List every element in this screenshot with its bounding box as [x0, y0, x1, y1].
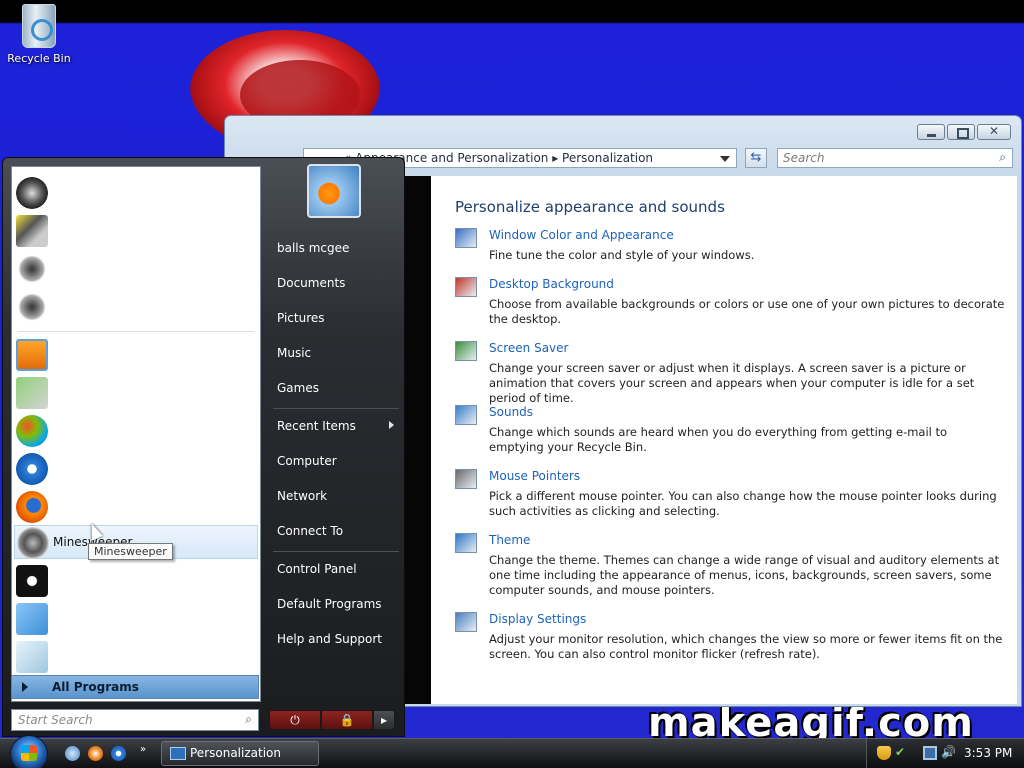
movie-maker-icon[interactable] — [16, 291, 48, 323]
notepad-icon[interactable] — [16, 641, 48, 673]
media-center-icon[interactable] — [16, 339, 48, 371]
user-avatar[interactable] — [307, 164, 361, 218]
start-button[interactable] — [10, 735, 48, 768]
taskbar-button-personalization[interactable]: Personalization — [161, 741, 319, 766]
display-settings-icon — [455, 612, 477, 632]
transfer-icon[interactable] — [16, 377, 48, 409]
start-search-input[interactable]: Start Search ⌕ — [11, 709, 259, 731]
right-item-network[interactable]: Network — [277, 489, 327, 503]
navigation-pane — [405, 176, 431, 704]
separator — [18, 331, 254, 332]
display-icon — [170, 747, 186, 760]
right-item-recent-items[interactable]: Recent Items — [277, 419, 397, 433]
task-link[interactable]: Theme — [489, 533, 530, 547]
theme-icon — [455, 533, 477, 553]
internet-explorer-icon[interactable] — [16, 453, 48, 485]
network-icon[interactable] — [923, 746, 937, 760]
content-pane: Personalize appearance and sounds Window… — [431, 176, 1017, 704]
caption-buttons — [915, 124, 1011, 140]
right-item-pictures[interactable]: Pictures — [277, 311, 325, 325]
start-search-placeholder: Start Search — [18, 713, 93, 727]
task-link[interactable]: Sounds — [489, 405, 533, 419]
task-link[interactable]: Desktop Background — [489, 277, 614, 291]
mouse-pointers-icon — [455, 469, 477, 489]
all-programs-label: All Programs — [52, 680, 139, 694]
internet-explorer-icon[interactable] — [111, 746, 126, 761]
separator — [273, 408, 399, 409]
right-item-games[interactable]: Games — [277, 381, 319, 395]
shutdown-options-button[interactable]: ▸ — [373, 710, 395, 730]
camera-icon[interactable] — [16, 565, 48, 597]
task-link[interactable]: Display Settings — [489, 612, 586, 626]
program-list: Minesweeper — [11, 166, 261, 702]
search-input[interactable]: Search ⌕ — [777, 148, 1013, 168]
right-item-documents[interactable]: Documents — [277, 276, 345, 290]
taskbar: » Personalization ✔ 🔊 3:53 PM — [0, 735, 1024, 768]
show-desktop-icon[interactable] — [65, 746, 80, 761]
power-controls: ⏻ 🔒 ▸ — [269, 710, 395, 730]
firefox-icon[interactable] — [16, 491, 48, 523]
arrow-right-icon — [22, 682, 28, 692]
right-item-default-programs[interactable]: Default Programs — [277, 597, 382, 611]
firefox-icon[interactable] — [88, 746, 103, 761]
all-programs-button[interactable]: All Programs — [11, 675, 259, 699]
search-icon[interactable]: ⌕ — [999, 150, 1006, 165]
task-description: Change your screen saver or adjust when … — [489, 361, 975, 405]
maximize-button[interactable] — [947, 124, 975, 140]
close-button[interactable] — [977, 124, 1011, 140]
color-appearance-icon — [455, 228, 477, 248]
taskbar-button-label: Personalization — [190, 746, 281, 760]
search-icon[interactable]: ⌕ — [245, 712, 252, 727]
volume-icon[interactable]: 🔊 — [941, 745, 956, 759]
task-description: Choose from available backgrounds or col… — [489, 297, 1005, 326]
windows-update-icon[interactable] — [16, 415, 48, 447]
right-item-help-support[interactable]: Help and Support — [277, 632, 382, 646]
minimize-button[interactable] — [917, 124, 945, 140]
right-item-computer[interactable]: Computer — [277, 454, 337, 468]
recycle-bin-icon — [22, 4, 56, 48]
sounds-icon — [455, 405, 477, 425]
task-description: Pick a different mouse pointer. You can … — [489, 489, 997, 518]
overflow-chevron-icon[interactable]: » — [140, 744, 150, 759]
desktop-background-icon — [455, 277, 477, 297]
recycle-bin-shortcut[interactable]: Recycle Bin — [6, 4, 72, 65]
right-item-music[interactable]: Music — [277, 346, 311, 360]
task-description: Adjust your monitor resolution, which ch… — [489, 632, 1003, 661]
lock-icon: 🔒 — [339, 713, 355, 727]
refresh-button[interactable]: ⇆ — [745, 148, 767, 168]
start-menu: Minesweeper All Programs Start Search ⌕ … — [2, 157, 405, 737]
tooltip: Minesweeper — [88, 543, 173, 560]
power-button[interactable]: ⏻ — [269, 710, 321, 730]
raccoon-icon[interactable] — [16, 177, 48, 209]
task-description: Change the theme. Themes can change a wi… — [489, 553, 1000, 597]
minesweeper-icon — [17, 527, 49, 559]
screen-saver-icon — [455, 341, 477, 361]
checkmark-icon[interactable]: ✔ — [895, 745, 909, 759]
refresh-icon: ⇆ — [750, 150, 762, 165]
movie-maker-icon[interactable] — [16, 253, 48, 285]
task-link[interactable]: Window Color and Appearance — [489, 228, 674, 242]
lock-button[interactable]: 🔒 — [321, 710, 373, 730]
task-description: Fine tune the color and style of your wi… — [489, 248, 755, 262]
image-app-icon[interactable] — [16, 215, 48, 247]
separator — [273, 551, 399, 552]
task-link[interactable]: Screen Saver — [489, 341, 568, 355]
power-icon: ⏻ — [290, 713, 300, 727]
search-placeholder: Search — [783, 151, 825, 165]
right-item-control-panel[interactable]: Control Panel — [277, 562, 357, 576]
page-title: Personalize appearance and sounds — [455, 198, 725, 216]
recent-items-label: Recent Items — [277, 419, 356, 433]
recycle-bin-label: Recycle Bin — [7, 52, 71, 65]
arrow-right-icon — [389, 421, 394, 429]
security-shield-icon[interactable] — [877, 746, 891, 760]
task-description: Change which sounds are heard when you d… — [489, 425, 948, 454]
task-link[interactable]: Mouse Pointers — [489, 469, 580, 483]
clock[interactable]: 3:53 PM — [964, 746, 1012, 760]
user-name[interactable]: balls mcgee — [277, 241, 349, 255]
arrow-right-icon: ▸ — [380, 713, 388, 727]
right-item-connect-to[interactable]: Connect To — [277, 524, 343, 538]
chevron-down-icon[interactable] — [720, 156, 730, 162]
windows-app-icon[interactable] — [16, 603, 48, 635]
